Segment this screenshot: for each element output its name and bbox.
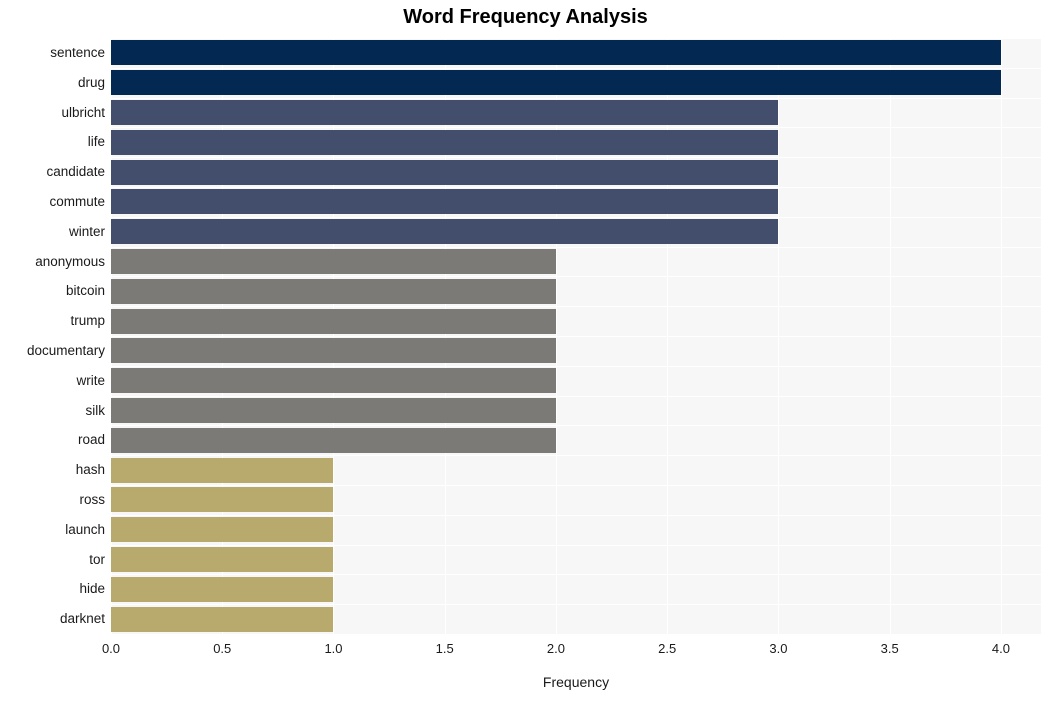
y-axis-label: drug [77,74,105,90]
x-axis-label: 3.5 [880,641,899,656]
bar [111,189,779,215]
x-axis-label: 1.0 [324,641,343,656]
y-axis-label: darknet [59,611,105,627]
x-axis-label: 0.0 [101,641,121,656]
x-axis-label: 3.0 [769,641,788,656]
x-axis-label: 2.0 [546,641,565,656]
bar [111,308,556,334]
gridline-horizontal [111,574,1041,576]
gridline-horizontal [111,216,1041,218]
y-axis-label: documentary [26,342,105,358]
bar [111,547,334,572]
y-axis-label: sentence [50,44,105,60]
bar [111,457,334,483]
gridline-horizontal [111,544,1041,546]
bar [111,159,779,185]
gridline-horizontal [111,187,1041,188]
gridline-horizontal [111,276,1041,278]
gridline-horizontal [111,514,1041,516]
y-axis-label: tor [89,551,105,567]
bar [111,338,556,364]
x-axis-label: 2.5 [658,641,677,656]
y-axis-label: write [76,372,105,388]
y-axis-label: ulbricht [61,104,105,120]
bar [111,398,556,423]
gridline-horizontal [111,604,1041,606]
bar [111,70,1001,96]
chart-title: Word Frequency Analysis [403,6,648,28]
gridline-horizontal [111,395,1041,397]
x-axis-label: 4.0 [991,641,1010,656]
gridline-horizontal [111,97,1041,99]
y-axis-label: silk [85,402,106,418]
bar [111,427,556,453]
gridline-horizontal [111,127,1041,129]
x-axis-title: Frequency [542,674,610,690]
gridline-horizontal [111,306,1041,308]
y-axis-label: life [87,134,105,150]
y-axis-label: ross [79,491,105,507]
gridline-horizontal [111,157,1041,159]
y-axis-label: candidate [46,164,105,180]
bar [111,576,334,602]
y-axis-label: commute [49,193,105,209]
y-axis-label: hash [75,462,105,478]
bar [111,517,334,543]
gridline-horizontal [111,38,1041,39]
x-axis-label: 0.5 [213,641,232,656]
bar [111,249,556,274]
y-axis-label: road [77,432,105,448]
bar [111,100,779,125]
bar [111,219,779,245]
gridline-horizontal [111,455,1041,457]
y-axis-tick-labels: sentence drug ulbricht life candidate commute… [0,38,105,634]
gridline-horizontal [111,67,1041,69]
bar [111,129,779,155]
y-axis-label: winter [68,223,105,239]
gridline-horizontal [111,425,1041,427]
bar [111,40,1001,66]
y-axis-label: anonymous [35,253,105,269]
bar [111,278,556,304]
bar [111,487,334,513]
y-axis-label: bitcoin [65,283,105,299]
y-axis-label: launch [65,521,105,537]
x-axis-label: 1.5 [435,641,454,656]
gridline-horizontal [111,336,1041,337]
x-axis-tick-labels: 0.0 0.5 1.0 1.5 2.0 2.5 3.0 3.5 4.0 [0,641,1051,661]
gridline-horizontal [111,485,1041,486]
gridline-horizontal [111,246,1041,248]
plot-area [111,38,1041,634]
y-axis-label: trump [70,313,105,329]
gridline-horizontal [111,365,1041,367]
word-frequency-chart: Word Frequency Analysis sentence drug ulbr… [0,0,1051,701]
y-axis-label: hide [79,581,105,597]
bar [111,606,334,632]
bar [111,368,556,394]
